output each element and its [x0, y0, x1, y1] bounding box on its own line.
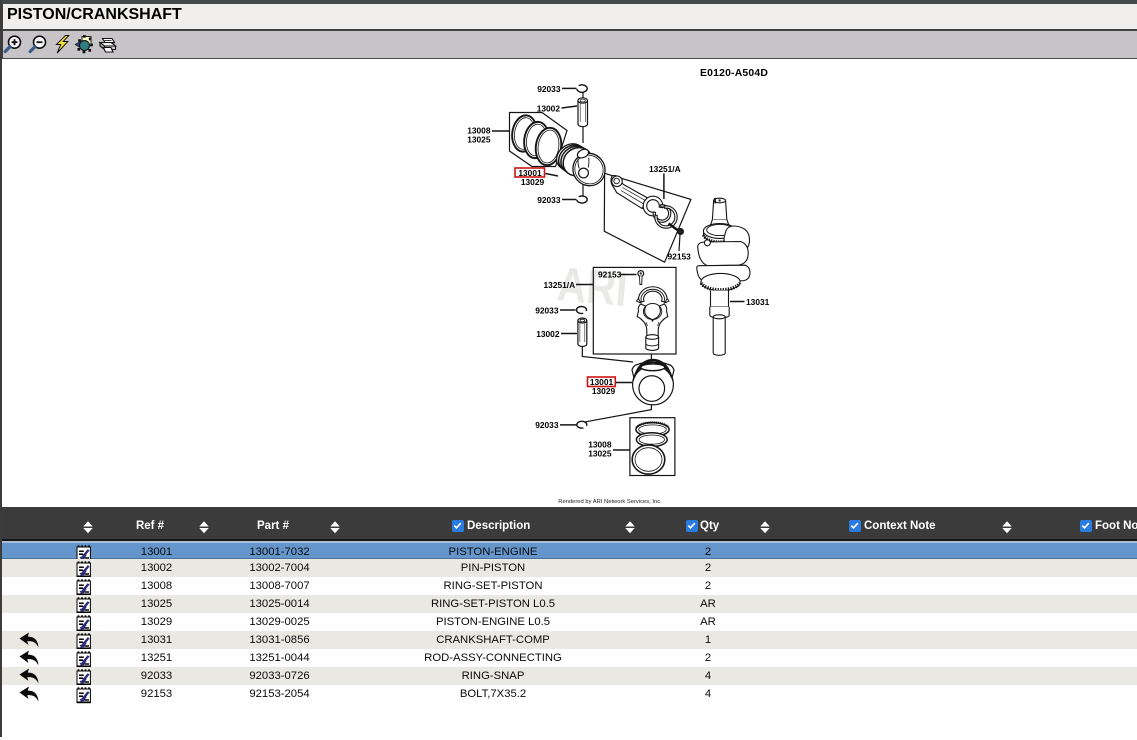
svg-text:92033: 92033 [535, 305, 559, 315]
svg-text:13029: 13029 [592, 386, 616, 396]
svg-text:92033: 92033 [537, 195, 561, 205]
svg-text:92033: 92033 [535, 420, 559, 430]
svg-text:13025: 13025 [588, 448, 612, 458]
svg-text:13002: 13002 [536, 329, 560, 339]
svg-text:92153: 92153 [668, 252, 692, 262]
svg-text:92033: 92033 [537, 84, 561, 94]
svg-text:13029: 13029 [521, 177, 545, 187]
svg-text:13025: 13025 [467, 135, 491, 145]
svg-text:Rendered by ARI Network Servic: Rendered by ARI Network Services, Inc. [558, 499, 662, 505]
svg-text:92153: 92153 [598, 269, 622, 279]
svg-text:13251/A: 13251/A [649, 164, 681, 174]
svg-text:13251/A: 13251/A [544, 280, 576, 290]
svg-text:E0120-A504D: E0120-A504D [700, 68, 768, 79]
svg-text:13031: 13031 [746, 297, 770, 307]
